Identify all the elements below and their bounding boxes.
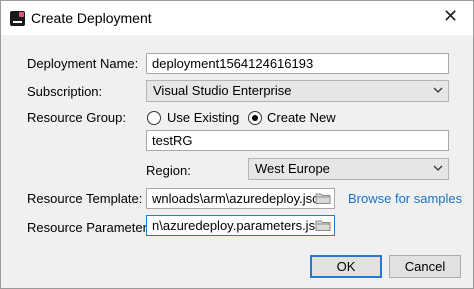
chevron-down-icon [433, 165, 443, 171]
window-title: Create Deployment [31, 10, 152, 26]
subscription-label: Subscription: [27, 84, 103, 99]
use-existing-radio[interactable] [147, 111, 161, 125]
resource-parameters-label: Resource Parameters: [27, 220, 158, 235]
folder-icon[interactable] [314, 218, 332, 233]
cancel-button[interactable]: Cancel [389, 255, 461, 278]
folder-icon[interactable] [314, 191, 332, 206]
create-new-radio[interactable] [248, 111, 262, 125]
ok-button[interactable]: OK [310, 255, 382, 278]
resource-group-input[interactable]: testRG [146, 130, 449, 151]
resource-parameters-value: n\azuredeploy.parameters.json [152, 218, 330, 233]
region-select[interactable]: West Europe [248, 158, 449, 180]
resource-group-label: Resource Group: [27, 110, 126, 125]
region-value: West Europe [255, 161, 330, 176]
browse-for-samples-link[interactable]: Browse for samples [348, 191, 462, 206]
resource-template-value: wnloads\arm\azuredeploy.json [152, 191, 327, 206]
deployment-name-label: Deployment Name: [27, 56, 139, 71]
subscription-value: Visual Studio Enterprise [153, 83, 292, 98]
chevron-down-icon [433, 87, 443, 93]
title-bar: Create Deployment ✕ [1, 1, 473, 35]
resource-template-label: Resource Template: [27, 191, 143, 206]
app-icon [10, 11, 25, 26]
deployment-name-input[interactable]: deployment1564124616193 [146, 53, 449, 74]
create-new-label[interactable]: Create New [267, 110, 336, 125]
app-icon-bar [13, 21, 22, 23]
resource-template-input[interactable]: wnloads\arm\azuredeploy.json [146, 188, 335, 209]
subscription-select[interactable]: Visual Studio Enterprise [146, 80, 449, 102]
close-icon[interactable]: ✕ [443, 7, 458, 25]
region-label: Region: [146, 163, 191, 178]
app-icon-accent [19, 12, 24, 17]
resource-parameters-input[interactable]: n\azuredeploy.parameters.json [146, 215, 335, 236]
create-deployment-dialog: Create Deployment ✕ Deployment Name: dep… [0, 0, 474, 289]
use-existing-label[interactable]: Use Existing [167, 110, 239, 125]
